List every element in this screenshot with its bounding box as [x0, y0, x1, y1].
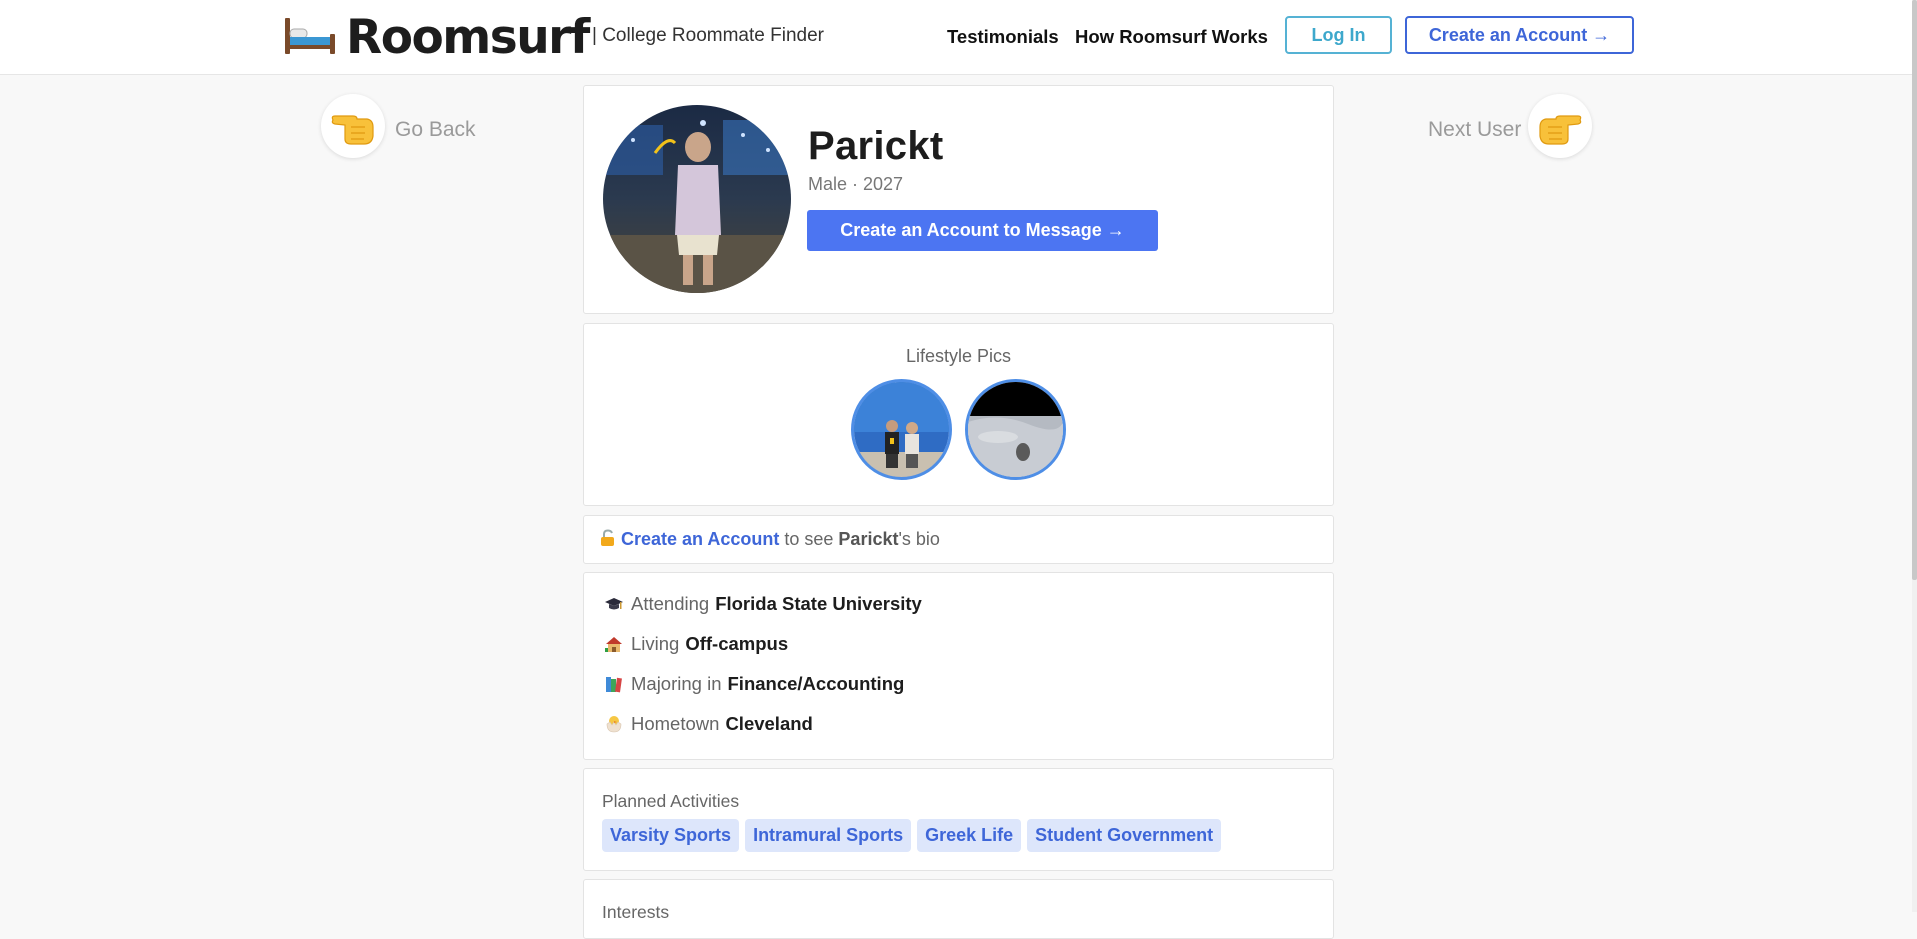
info-card: Attending Florida State University Livin… — [583, 572, 1334, 760]
planned-activities-title: Planned Activities — [602, 791, 740, 811]
create-account-button[interactable]: Create an Account → — [1405, 16, 1634, 54]
bed-icon — [284, 16, 336, 61]
info-row-hometown: Hometown Cleveland — [604, 713, 813, 735]
bio-locked-line: Create an Account to see Parickt's bio — [599, 529, 940, 552]
bio-user-name: Parickt — [838, 529, 899, 549]
page-scrollbar[interactable] — [1912, 0, 1917, 912]
house-icon — [604, 634, 624, 654]
nav-how-it-works[interactable]: How Roomsurf Works — [1075, 26, 1268, 48]
info-value-major: Finance/Accounting — [727, 673, 905, 694]
interests-card: Interests — [583, 879, 1334, 939]
lock-icon — [599, 529, 617, 552]
graduation-cap-icon — [604, 594, 624, 614]
activity-tag[interactable]: Student Government — [1027, 819, 1222, 852]
message-button[interactable]: Create an Account to Message → — [807, 210, 1158, 251]
activity-tag[interactable]: Varsity Sports — [602, 819, 740, 852]
avatar[interactable] — [603, 105, 791, 293]
interests-title: Interests — [602, 902, 670, 922]
bio-create-account-link[interactable]: Create an Account — [621, 529, 779, 549]
info-row-school: Attending Florida State University — [604, 593, 922, 615]
hatching-chick-icon — [604, 714, 624, 734]
site-tagline: | College Roommate Finder — [592, 25, 824, 46]
info-value-hometown: Cleveland — [725, 713, 813, 734]
profile-card: Parickt Male · 2027 Create an Account to… — [583, 85, 1334, 314]
scrollbar-thumb[interactable] — [1912, 0, 1917, 580]
info-row-major: Majoring in Finance/Accounting — [604, 673, 904, 695]
go-back-button[interactable] — [321, 94, 385, 158]
bio-text-after: 's bio — [898, 529, 940, 549]
brand-logo[interactable]: Roomsurf — [284, 10, 590, 65]
hand-pointing-left-icon — [321, 115, 385, 162]
next-user-label[interactable]: Next User — [1428, 118, 1521, 142]
activity-tag-list: Varsity Sports Intramural Sports Greek L… — [602, 819, 1222, 852]
brand-wordmark: Roomsurf — [346, 10, 590, 65]
activity-tag[interactable]: Intramural Sports — [745, 819, 912, 852]
info-label-hometown: Hometown — [631, 713, 720, 734]
profile-gender-year: Male · 2027 — [808, 174, 904, 194]
top-nav-bar: Roomsurf | College Roommate Finder Testi… — [0, 0, 1912, 75]
books-icon — [604, 674, 624, 694]
lifestyle-pics-title: Lifestyle Pics — [905, 346, 1012, 366]
info-label-major: Majoring in — [631, 673, 722, 694]
nav-testimonials[interactable]: Testimonials — [947, 26, 1059, 48]
info-label-school: Attending — [631, 593, 710, 614]
lifestyle-pics-card: Lifestyle Pics — [583, 323, 1334, 506]
next-user-button[interactable] — [1528, 94, 1592, 158]
info-row-living: Living Off-campus — [604, 633, 788, 655]
lifestyle-pic-2[interactable] — [965, 379, 1066, 480]
info-value-school: Florida State University — [715, 593, 922, 614]
planned-activities-card: Planned Activities Varsity Sports Intram… — [583, 768, 1334, 871]
activity-tag[interactable]: Greek Life — [917, 819, 1022, 852]
hand-pointing-right-icon — [1528, 115, 1592, 162]
bio-card: Create an Account to see Parickt's bio — [583, 515, 1334, 564]
lifestyle-pic-1[interactable] — [851, 379, 952, 480]
login-button[interactable]: Log In — [1285, 16, 1392, 54]
profile-name: Parickt — [808, 124, 944, 168]
info-value-living: Off-campus — [685, 633, 789, 654]
bio-text-before: to see — [779, 529, 839, 549]
go-back-label[interactable]: Go Back — [395, 118, 476, 142]
info-label-living: Living — [631, 633, 680, 654]
